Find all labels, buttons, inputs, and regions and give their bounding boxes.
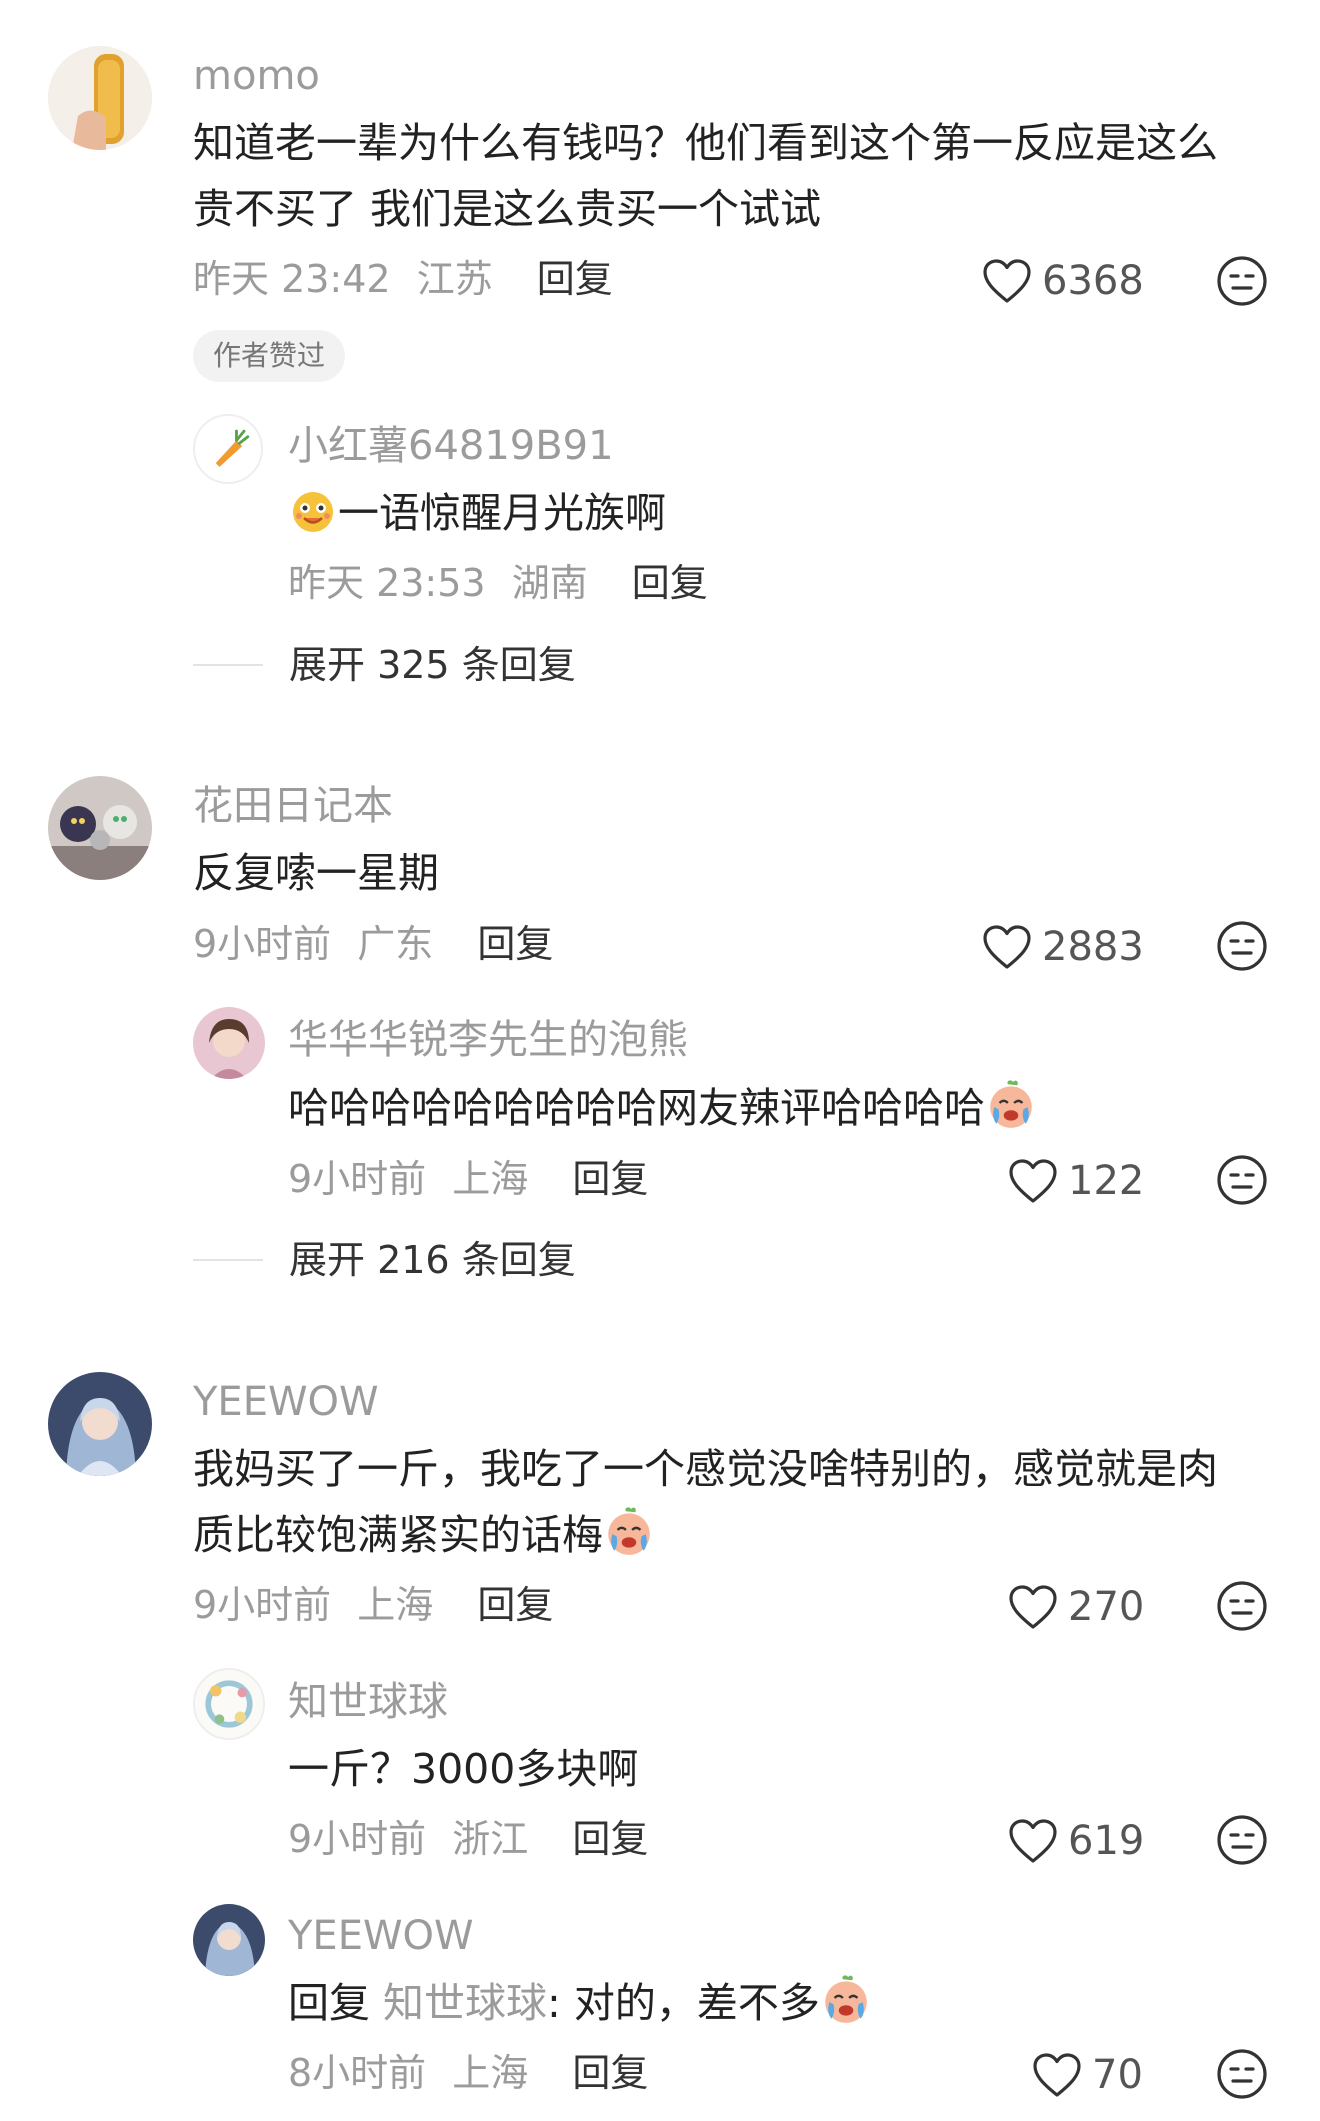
avatar[interactable] — [193, 1668, 265, 1740]
reply-location: 上海 — [452, 2051, 529, 2095]
smiling-face-emoji — [288, 485, 338, 535]
meh-face-icon — [1216, 255, 1268, 307]
reply-meta: 昨天 23:53 湖南 回复 — [288, 564, 708, 602]
reply-text: 一语惊醒月光族啊 — [288, 480, 666, 546]
username[interactable]: momo — [193, 56, 320, 96]
avatar[interactable] — [193, 414, 263, 484]
like-button[interactable]: 122 — [1008, 1158, 1144, 1204]
heart-icon — [1032, 2052, 1082, 2098]
avatar[interactable] — [193, 1904, 265, 1976]
comment-meta: 9小时前 广东 回复 — [193, 925, 553, 963]
crying-face-emoji — [985, 1078, 1037, 1130]
dislike-button[interactable] — [1216, 255, 1268, 311]
comment-location: 江苏 — [416, 257, 493, 301]
meh-face-icon — [1216, 1154, 1268, 1206]
comment-meta: 昨天 23:42 江苏 回复 — [193, 260, 613, 298]
avatar[interactable] — [48, 776, 152, 880]
reply-meta: 8小时前 上海 回复 — [288, 2054, 648, 2092]
comment-time: 9小时前 — [193, 922, 332, 966]
heart-icon — [1008, 1158, 1058, 1204]
comment-location: 上海 — [357, 1583, 434, 1627]
avatar[interactable] — [48, 46, 152, 150]
comment-time: 9小时前 — [193, 1583, 332, 1627]
like-button[interactable]: 6368 — [982, 258, 1144, 304]
like-button[interactable]: 619 — [1008, 1818, 1144, 1864]
username[interactable]: 知世球球 — [288, 1682, 448, 1722]
comment-time: 昨天 23:42 — [193, 257, 391, 301]
like-count: 619 — [1068, 1818, 1145, 1864]
comment-text: 我妈买了一斤，我吃了一个感觉没啥特别的，感觉就是肉质比较饱满紧实的话梅 — [193, 1445, 1218, 1559]
reply-button[interactable]: 回复 — [477, 1583, 553, 1627]
avatar[interactable] — [193, 1007, 265, 1079]
heart-icon — [1008, 1584, 1058, 1630]
reply-button[interactable]: 回复 — [477, 922, 553, 966]
like-count: 122 — [1068, 1158, 1145, 1204]
like-button[interactable]: 2883 — [982, 924, 1144, 970]
reply-button[interactable]: 回复 — [572, 1157, 648, 1201]
reply-location: 上海 — [452, 1157, 529, 1201]
reply-button[interactable]: 回复 — [537, 257, 613, 301]
divider — [193, 664, 263, 666]
reply-location: 浙江 — [452, 1817, 529, 1861]
comment-text: 知道老一辈为什么有钱吗？他们看到这个第一反应是这么贵不买了 我们是这么贵买一个试… — [193, 119, 1218, 233]
username[interactable]: 华华华锐李先生的泡熊 — [288, 1020, 688, 1060]
dislike-button[interactable] — [1216, 920, 1268, 976]
avatar[interactable] — [48, 1372, 152, 1476]
like-button[interactable]: 70 — [1032, 2052, 1143, 2098]
expand-replies[interactable]: 展开 325 条回复 — [193, 646, 576, 684]
username[interactable]: 小红薯64819B91 — [288, 426, 614, 466]
dislike-button[interactable] — [1216, 1154, 1268, 1210]
heart-icon — [1008, 1818, 1058, 1864]
divider — [193, 1259, 263, 1261]
reply-time: 8小时前 — [288, 2051, 427, 2095]
reply-time: 9小时前 — [288, 1817, 427, 1861]
reply-meta: 9小时前 上海 回复 — [288, 1160, 648, 1198]
username[interactable]: YEEWOW — [288, 1916, 474, 1956]
reply-button[interactable]: 回复 — [632, 561, 708, 605]
like-count: 2883 — [1042, 924, 1144, 970]
dislike-button[interactable] — [1216, 1580, 1268, 1636]
reply-target-user[interactable]: 知世球球 — [383, 1979, 547, 2027]
reply-text: 哈哈哈哈哈哈哈哈哈网友辣评哈哈哈哈 — [288, 1075, 1037, 1141]
reply-prefix: 回复 — [288, 1979, 370, 2027]
meh-face-icon — [1216, 1814, 1268, 1866]
reply-meta: 9小时前 浙江 回复 — [288, 1820, 648, 1858]
reply-location: 湖南 — [511, 561, 588, 605]
reply-time: 9小时前 — [288, 1157, 427, 1201]
reply-text: 回复 知世球球: 对的，差不多 — [288, 1970, 872, 2036]
comment-location: 广东 — [357, 922, 434, 966]
like-count: 6368 — [1042, 258, 1144, 304]
crying-face-emoji — [820, 1973, 872, 2025]
heart-icon — [982, 258, 1032, 304]
like-count: 70 — [1092, 2052, 1143, 2098]
dislike-button[interactable] — [1216, 2048, 1268, 2104]
dislike-button[interactable] — [1216, 1814, 1268, 1870]
reply-button[interactable]: 回复 — [572, 1817, 648, 1861]
author-liked-badge: 作者赞过 — [193, 330, 346, 382]
meh-face-icon — [1216, 920, 1268, 972]
carrot-icon — [215, 429, 250, 467]
username[interactable]: YEEWOW — [193, 1382, 379, 1422]
reply-text: 一斤？3000多块啊 — [288, 1745, 639, 1793]
reply-button[interactable]: 回复 — [572, 2051, 648, 2095]
like-button[interactable]: 270 — [1008, 1584, 1144, 1630]
heart-icon — [982, 924, 1032, 970]
expand-replies[interactable]: 展开 216 条回复 — [193, 1241, 576, 1279]
like-count: 270 — [1068, 1584, 1145, 1630]
username[interactable]: 花田日记本 — [193, 786, 393, 826]
comment-meta: 9小时前 上海 回复 — [193, 1586, 553, 1624]
comment-text: 反复嗦一星期 — [193, 849, 439, 897]
reply-time: 昨天 23:53 — [288, 561, 486, 605]
meh-face-icon — [1216, 1580, 1268, 1632]
meh-face-icon — [1216, 2048, 1268, 2100]
crying-face-emoji — [603, 1505, 655, 1557]
